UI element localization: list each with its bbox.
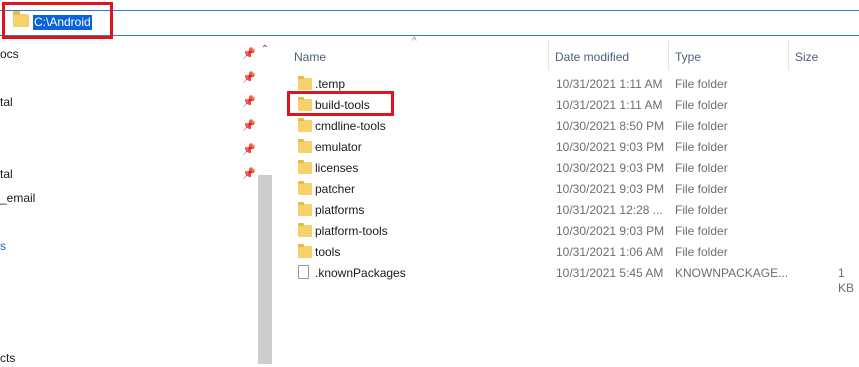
file-row[interactable]: platforms 10/31/2021 12:28 ... File fold…: [288, 200, 859, 221]
folder-icon: [298, 76, 312, 90]
file-name: patcher: [315, 182, 356, 196]
file-name: .knownPackages: [315, 266, 406, 280]
nav-item[interactable]: ocs: [0, 45, 19, 63]
file-name: cmdline-tools: [315, 119, 386, 133]
file-type: File folder: [675, 203, 728, 217]
file-date: 10/31/2021 1:06 AM: [556, 245, 664, 259]
folder-icon: [298, 202, 312, 216]
folder-icon: [298, 181, 312, 195]
file-type: File folder: [675, 224, 728, 238]
file-name: platform-tools: [315, 224, 388, 238]
folder-icon: [298, 160, 312, 174]
pin-icon: 📌: [242, 96, 256, 108]
column-header-date[interactable]: Date modified: [555, 47, 629, 67]
annotation-box-address: [2, 2, 113, 39]
column-header-name[interactable]: Name: [294, 47, 326, 67]
file-name: tools: [315, 245, 341, 259]
folder-icon: [298, 118, 312, 132]
column-header-size[interactable]: Size: [795, 47, 818, 67]
file-type: File folder: [675, 119, 728, 133]
file-name: emulator: [315, 140, 362, 154]
column-divider[interactable]: [788, 40, 789, 70]
column-divider[interactable]: [668, 40, 669, 70]
file-row[interactable]: patcher 10/30/2021 9:03 PM File folder: [288, 179, 859, 200]
file-date: 10/31/2021 1:11 AM: [556, 98, 663, 112]
file-size: 1 KB: [838, 266, 855, 295]
scrollbar-thumb[interactable]: [258, 175, 272, 364]
nav-item[interactable]: tal: [0, 165, 13, 183]
file-icon: [298, 265, 309, 279]
file-row[interactable]: cmdline-tools 10/30/2021 8:50 PM File fo…: [288, 116, 859, 137]
file-name: platforms: [315, 203, 365, 217]
file-row[interactable]: .knownPackages 10/31/2021 5:45 AM KNOWNP…: [288, 263, 859, 295]
file-date: 10/30/2021 9:03 PM: [556, 224, 665, 238]
file-type: File folder: [675, 245, 728, 259]
file-row[interactable]: platform-tools 10/30/2021 9:03 PM File f…: [288, 221, 859, 242]
file-name: licenses: [315, 161, 359, 175]
file-type: File folder: [675, 161, 728, 175]
file-date: 10/30/2021 8:50 PM: [556, 119, 665, 133]
nav-item[interactable]: tal: [0, 93, 13, 111]
annotation-box-build-tools: [287, 91, 394, 116]
file-name: .temp: [315, 77, 346, 91]
file-date: 10/30/2021 9:03 PM: [556, 182, 665, 196]
file-type: File folder: [675, 98, 728, 112]
file-row[interactable]: emulator 10/30/2021 9:03 PM File folder: [288, 137, 859, 158]
nav-item[interactable]: s: [0, 237, 6, 255]
nav-item[interactable]: cts: [0, 349, 15, 367]
file-date: 10/30/2021 9:03 PM: [556, 161, 665, 175]
file-date: 10/30/2021 9:03 PM: [556, 140, 665, 154]
pin-icon: 📌: [242, 72, 256, 84]
file-type: KNOWNPACKAGE...: [675, 266, 789, 280]
pin-icon: 📌: [242, 144, 256, 156]
nav-item[interactable]: _email: [0, 189, 35, 207]
sort-ascending-icon: ^: [412, 36, 417, 47]
scroll-up-arrow[interactable]: ⌃: [259, 44, 271, 56]
file-date: 10/31/2021 12:28 ...: [556, 203, 663, 217]
column-header-type[interactable]: Type: [675, 47, 701, 67]
folder-icon: [298, 223, 312, 237]
folder-icon: [298, 244, 312, 258]
pin-icon: 📌: [242, 168, 256, 180]
pin-icon: 📌: [242, 120, 256, 132]
column-divider[interactable]: [548, 40, 549, 70]
folder-icon: [298, 139, 312, 153]
address-bar[interactable]: [0, 10, 859, 36]
file-row[interactable]: licenses 10/30/2021 9:03 PM File folder: [288, 158, 859, 179]
pin-icon: 📌: [242, 48, 256, 60]
file-type: File folder: [675, 140, 728, 154]
file-row[interactable]: tools 10/31/2021 1:06 AM File folder: [288, 242, 859, 263]
file-type: File folder: [675, 77, 728, 91]
file-type: File folder: [675, 182, 728, 196]
file-date: 10/31/2021 1:11 AM: [556, 77, 663, 91]
file-date: 10/31/2021 5:45 AM: [556, 266, 664, 280]
